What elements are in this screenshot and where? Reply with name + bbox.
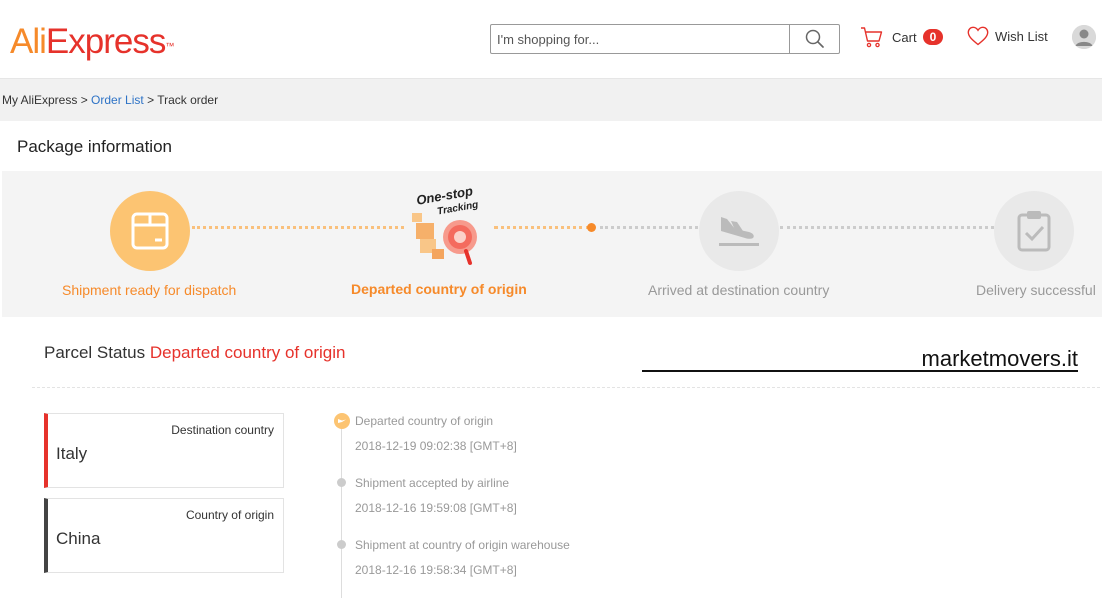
step-label: Departed country of origin — [351, 281, 527, 297]
step-shipment-ready — [110, 191, 190, 271]
timeline-event: Shipment at country of origin warehouse — [355, 538, 570, 552]
clipboard-check-icon — [1017, 211, 1051, 252]
parcel-status: Parcel Status Departed country of origin — [44, 343, 345, 363]
timeline-time: 2018-12-19 09:02:38 [GMT+8] — [355, 439, 517, 453]
card-value: Italy — [56, 444, 88, 463]
cart-label: Cart — [892, 29, 917, 45]
parcel-status-label: Parcel Status — [44, 343, 146, 362]
user-icon — [1072, 25, 1096, 49]
progress-connector — [780, 226, 994, 229]
box-icon — [131, 212, 169, 250]
timeline-line — [341, 428, 342, 598]
plane-icon — [338, 419, 346, 423]
search-input[interactable] — [491, 25, 789, 53]
tracking-progress: Shipment ready for dispatch One-stop Tra… — [2, 171, 1102, 317]
cart-link[interactable]: Cart 0 — [860, 26, 944, 48]
heart-icon — [967, 26, 989, 46]
progress-current-dot — [587, 223, 596, 232]
destination-country-card: Destination country Italy — [44, 413, 284, 488]
card-title: Country of origin — [185, 508, 274, 522]
breadcrumb-home[interactable]: My AliExpress — [2, 93, 77, 107]
breadcrumb: My AliExpress > Order List > Track order — [2, 93, 219, 107]
breadcrumb-bar: My AliExpress > Order List > Track order — [0, 79, 1102, 121]
section-divider — [32, 387, 1100, 388]
step-arrived-destination — [699, 191, 779, 271]
plane-landing-icon — [719, 217, 759, 246]
timeline-time: 2018-12-16 19:58:34 [GMT+8] — [355, 563, 517, 577]
user-avatar[interactable] — [1072, 25, 1096, 49]
step-label: Shipment ready for dispatch — [62, 282, 237, 298]
timeline-event: Departed country of origin — [355, 414, 494, 428]
wishlist-link[interactable]: Wish List — [967, 26, 1048, 46]
timeline-event: Shipment accepted by airline — [355, 476, 510, 490]
step-label: Arrived at destination country — [648, 282, 830, 298]
watermark-text: marketmovers.it — [642, 346, 1078, 372]
timeline-current-marker — [334, 413, 350, 429]
step-label: Delivery successful — [976, 282, 1096, 298]
parcel-status-value: Departed country of origin — [149, 343, 346, 362]
timeline-dot — [337, 478, 346, 487]
origin-country-card: Country of origin China — [44, 498, 284, 573]
wishlist-label: Wish List — [995, 28, 1048, 44]
search-bar — [490, 24, 840, 54]
package-title: Package information — [17, 137, 172, 156]
card-title: Destination country — [171, 423, 274, 437]
step-delivery-successful — [994, 191, 1074, 271]
breadcrumb-current: Track order — [157, 93, 219, 107]
card-value: China — [56, 529, 101, 548]
search-button[interactable] — [789, 25, 839, 53]
search-icon — [805, 29, 824, 48]
step-departed-origin: One-stop Tracking — [410, 179, 486, 271]
top-header: AliExpress™ Cart 0 Wish List — [0, 0, 1102, 79]
breadcrumb-order-list[interactable]: Order List — [91, 93, 144, 107]
progress-connector — [192, 226, 404, 229]
package-panel: Package information Shipment ready for d… — [2, 121, 1102, 598]
timeline-dot — [337, 540, 346, 549]
progress-connector — [600, 226, 698, 229]
cart-icon — [861, 27, 883, 48]
aliexpress-logo[interactable]: AliExpress™ — [10, 22, 174, 62]
progress-connector — [494, 226, 590, 229]
cart-count-badge: 0 — [922, 29, 944, 45]
timeline-time: 2018-12-16 19:59:08 [GMT+8] — [355, 501, 517, 515]
